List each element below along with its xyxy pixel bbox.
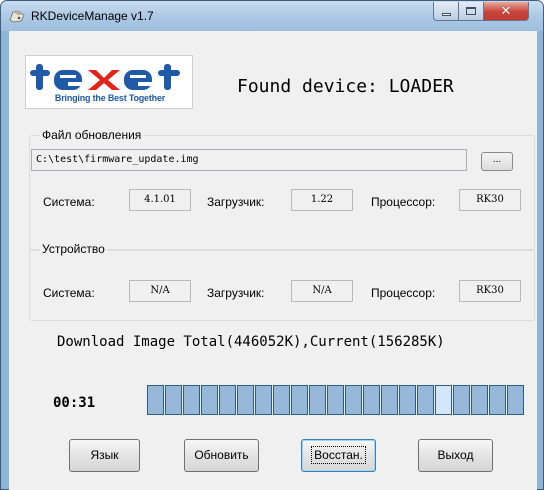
device-system-value: N/A (129, 280, 191, 302)
app-icon (9, 10, 25, 23)
file-cpu-value: RK30 (459, 189, 521, 211)
progress-segment (273, 385, 290, 415)
device-loader-value: N/A (291, 280, 353, 302)
firmware-path-field[interactable]: C:\test\firmware_update.img (31, 149, 467, 171)
refresh-button-label: Обновить (194, 448, 249, 462)
refresh-button[interactable]: Обновить (184, 439, 259, 472)
close-button[interactable]: ✕ (484, 2, 529, 21)
progress-segment (345, 385, 362, 415)
progress-segment (291, 385, 308, 415)
progress-segment (417, 385, 434, 415)
file-system-value: 4.1.01 (129, 189, 191, 211)
file-cpu-label: Процессор: (371, 195, 436, 209)
device-cpu-label: Процессор: (371, 286, 436, 300)
device-cpu-value: RK30 (459, 280, 521, 302)
progress-segment (255, 385, 272, 415)
progress-segment (381, 385, 398, 415)
progress-segment (363, 385, 380, 415)
language-button[interactable]: Язык (69, 439, 140, 472)
progress-segment (399, 385, 416, 415)
file-system-label: Система: (43, 195, 95, 209)
app-window: RKDeviceManage v1.7 ✕ Bringing the Best … (0, 0, 544, 490)
device-group-title: Устройство (40, 242, 107, 256)
maximize-button[interactable] (459, 2, 484, 21)
restore-button[interactable]: Восстан. (301, 439, 376, 472)
logo: Bringing the Best Together (25, 55, 193, 109)
exit-button-label: Выход (437, 448, 474, 462)
download-status-text: Download Image Total(446052K),Current(15… (57, 334, 445, 350)
update-file-group-title: Файл обновления (40, 128, 144, 142)
progress-segment (327, 385, 344, 415)
file-loader-label: Загрузчик: (207, 195, 265, 209)
progress-segment (489, 385, 506, 415)
close-icon: ✕ (500, 3, 512, 19)
progress-segment (201, 385, 218, 415)
browse-button[interactable]: ... (481, 152, 513, 171)
device-status-heading: Found device: LOADER (237, 76, 454, 97)
progress-segment (219, 385, 236, 415)
exit-button[interactable]: Выход (418, 439, 493, 472)
progress-segment (237, 385, 254, 415)
elapsed-time: 00:31 (53, 395, 96, 411)
window-title: RKDeviceManage v1.7 (31, 9, 154, 23)
title-bar[interactable]: RKDeviceManage v1.7 ✕ (1, 1, 543, 31)
progress-segment (183, 385, 200, 415)
logo-tagline: Bringing the Best Together (54, 93, 166, 103)
client-area: Bringing the Best Together Found device:… (9, 31, 537, 490)
device-loader-label: Загрузчик: (207, 286, 265, 300)
download-progress-bar (147, 385, 524, 415)
progress-segment (471, 385, 488, 415)
file-loader-value: 1.22 (291, 189, 353, 211)
progress-segment (453, 385, 470, 415)
minimize-button[interactable] (433, 2, 459, 21)
device-system-label: Система: (43, 286, 95, 300)
progress-segment (435, 385, 452, 415)
restore-button-label: Восстан. (311, 446, 366, 464)
progress-segment (165, 385, 182, 415)
minimize-icon (441, 13, 451, 16)
language-button-label: Язык (90, 448, 119, 462)
texet-logo-mark (30, 64, 180, 90)
progress-segment (507, 385, 524, 415)
progress-segment (309, 385, 326, 415)
progress-segment (147, 385, 164, 415)
maximize-icon (466, 7, 476, 15)
